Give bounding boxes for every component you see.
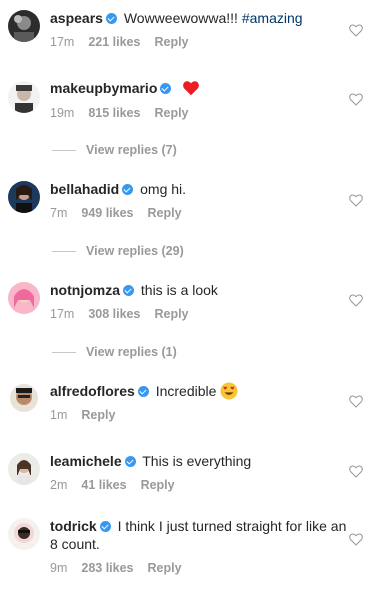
comment-text: this is a look bbox=[140, 282, 218, 298]
comment-text: omg hi. bbox=[140, 181, 187, 197]
avatar[interactable] bbox=[8, 518, 40, 550]
username[interactable]: leamichele bbox=[50, 453, 122, 469]
view-replies-label: View replies (1) bbox=[86, 345, 177, 359]
timestamp: 9m bbox=[50, 561, 68, 575]
heart-eyes-emoji-icon bbox=[220, 382, 238, 400]
like-heart-icon[interactable] bbox=[349, 395, 363, 408]
verified-badge-icon bbox=[137, 386, 149, 397]
comment-body: aspears Wowweewowwa!!! #amazing bbox=[50, 9, 349, 27]
comment-meta: 17m 221 likes Reply bbox=[50, 35, 203, 49]
like-heart-icon[interactable] bbox=[349, 24, 363, 37]
avatar[interactable] bbox=[8, 81, 40, 113]
comment-meta: 7m 949 likes Reply bbox=[50, 206, 196, 220]
timestamp: 7m bbox=[50, 206, 68, 220]
reply-button[interactable]: Reply bbox=[81, 408, 115, 422]
verified-badge-icon bbox=[105, 13, 117, 24]
avatar[interactable] bbox=[8, 10, 40, 42]
likes-count[interactable]: 221 likes bbox=[88, 35, 140, 49]
comment-meta: 17m 308 likes Reply bbox=[50, 307, 203, 321]
comment-meta: 9m 283 likes Reply bbox=[50, 561, 196, 575]
avatar[interactable] bbox=[8, 382, 40, 414]
comment-body: todrick I think I just turned straight f… bbox=[50, 517, 349, 553]
red-heart-emoji-icon bbox=[183, 81, 200, 96]
timestamp: 2m bbox=[50, 478, 68, 492]
view-replies-label: View replies (29) bbox=[86, 244, 184, 258]
verified-badge-icon bbox=[124, 456, 136, 467]
like-heart-icon[interactable] bbox=[349, 93, 363, 106]
like-heart-icon[interactable] bbox=[349, 194, 363, 207]
reply-button[interactable]: Reply bbox=[154, 307, 188, 321]
view-replies-button[interactable]: View replies (29) bbox=[52, 244, 184, 258]
comment-body: notnjomza this is a look bbox=[50, 281, 349, 299]
comment-text: Wowweewowwa!!! bbox=[123, 10, 242, 26]
username[interactable]: alfredoflores bbox=[50, 383, 135, 399]
comment-body: makeupbymario bbox=[50, 79, 349, 97]
comment-body: bellahadid omg hi. bbox=[50, 180, 349, 198]
view-replies-button[interactable]: View replies (1) bbox=[52, 345, 177, 359]
reply-button[interactable]: Reply bbox=[141, 478, 175, 492]
avatar[interactable] bbox=[8, 181, 40, 213]
username[interactable]: todrick bbox=[50, 518, 97, 534]
verified-badge-icon bbox=[99, 521, 111, 532]
comment-meta: 2m 41 likes Reply bbox=[50, 478, 189, 492]
comment-meta: 19m 815 likes Reply bbox=[50, 106, 203, 120]
likes-count[interactable]: 41 likes bbox=[81, 478, 126, 492]
timestamp: 17m bbox=[50, 35, 75, 49]
comment-meta: 1m Reply bbox=[50, 408, 129, 422]
likes-count[interactable]: 308 likes bbox=[88, 307, 140, 321]
username[interactable]: bellahadid bbox=[50, 181, 119, 197]
username[interactable]: makeupbymario bbox=[50, 80, 157, 96]
view-replies-button[interactable]: View replies (7) bbox=[52, 143, 177, 157]
username[interactable]: aspears bbox=[50, 10, 103, 26]
avatar[interactable] bbox=[8, 453, 40, 485]
comment-body: alfredoflores Incredible bbox=[50, 382, 349, 400]
like-heart-icon[interactable] bbox=[349, 294, 363, 307]
likes-count[interactable]: 949 likes bbox=[81, 206, 133, 220]
timestamp: 17m bbox=[50, 307, 75, 321]
replies-divider bbox=[52, 352, 76, 354]
like-heart-icon[interactable] bbox=[349, 465, 363, 478]
comment-text: This is everything bbox=[142, 453, 252, 469]
reply-button[interactable]: Reply bbox=[154, 106, 188, 120]
verified-badge-icon bbox=[122, 184, 134, 195]
replies-divider bbox=[52, 251, 76, 253]
comment-text: Incredible bbox=[155, 383, 217, 399]
verified-badge-icon bbox=[123, 285, 134, 296]
hashtag-link[interactable]: #amazing bbox=[242, 10, 303, 26]
likes-count[interactable]: 815 likes bbox=[88, 106, 140, 120]
timestamp: 1m bbox=[50, 408, 68, 422]
comment-body: leamichele This is everything bbox=[50, 452, 349, 470]
likes-count[interactable]: 283 likes bbox=[81, 561, 133, 575]
reply-button[interactable]: Reply bbox=[154, 35, 188, 49]
like-heart-icon[interactable] bbox=[349, 533, 363, 546]
reply-button[interactable]: Reply bbox=[148, 206, 182, 220]
username[interactable]: notnjomza bbox=[50, 282, 120, 298]
avatar[interactable] bbox=[8, 282, 40, 314]
reply-button[interactable]: Reply bbox=[148, 561, 182, 575]
timestamp: 19m bbox=[50, 106, 75, 120]
replies-divider bbox=[52, 150, 76, 152]
view-replies-label: View replies (7) bbox=[86, 143, 177, 157]
verified-badge-icon bbox=[160, 83, 172, 94]
